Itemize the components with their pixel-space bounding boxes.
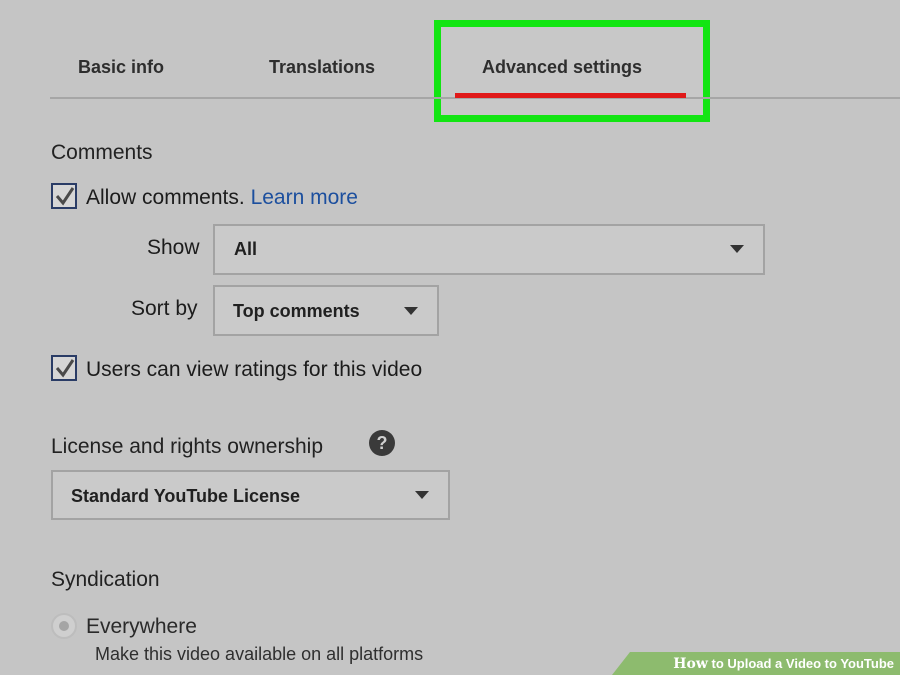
radio-dot: [59, 621, 69, 631]
chevron-down-icon: [730, 245, 744, 253]
everywhere-description: Make this video available on all platfor…: [95, 644, 424, 664]
sort-by-label: Sort by: [131, 297, 198, 320]
checkmark-icon: [55, 359, 75, 378]
ratings-checkbox[interactable]: [51, 355, 77, 381]
allow-comments-row: Allow comments. Learn more: [86, 186, 358, 210]
help-icon[interactable]: ?: [369, 430, 395, 456]
ratings-label: Users can view ratings for this video: [86, 358, 423, 381]
license-value: Standard YouTube License: [71, 486, 301, 506]
show-dropdown[interactable]: All: [213, 224, 765, 275]
show-label: Show: [147, 236, 200, 259]
tab-advanced-settings[interactable]: Advanced settings: [482, 57, 642, 78]
tab-basic-info[interactable]: Basic info: [78, 57, 164, 78]
sort-by-dropdown[interactable]: Top comments: [213, 285, 439, 336]
everywhere-radio[interactable]: [51, 613, 77, 639]
watermark-title: to Upload a Video to YouTube: [711, 656, 894, 671]
syndication-heading: Syndication: [51, 568, 160, 591]
allow-comments-checkbox[interactable]: [51, 183, 77, 209]
everywhere-label: Everywhere: [86, 615, 197, 638]
sort-by-value: Top comments: [233, 301, 360, 321]
learn-more-link[interactable]: Learn more: [251, 186, 358, 209]
comments-heading: Comments: [51, 141, 153, 164]
active-tab-underline: [455, 93, 686, 98]
tab-translations[interactable]: Translations: [269, 57, 375, 78]
watermark-text: How to Upload a Video to YouTube: [673, 656, 894, 672]
checkmark-icon: [55, 187, 75, 206]
license-heading: License and rights ownership: [51, 435, 323, 458]
chevron-down-icon: [404, 307, 418, 315]
chevron-down-icon: [415, 491, 429, 499]
watermark-how: How: [673, 656, 708, 672]
allow-comments-label: Allow comments.: [86, 186, 245, 209]
license-dropdown[interactable]: Standard YouTube License: [51, 470, 450, 520]
watermark-banner: How to Upload a Video to YouTube: [612, 652, 900, 675]
show-value: All: [234, 239, 258, 259]
